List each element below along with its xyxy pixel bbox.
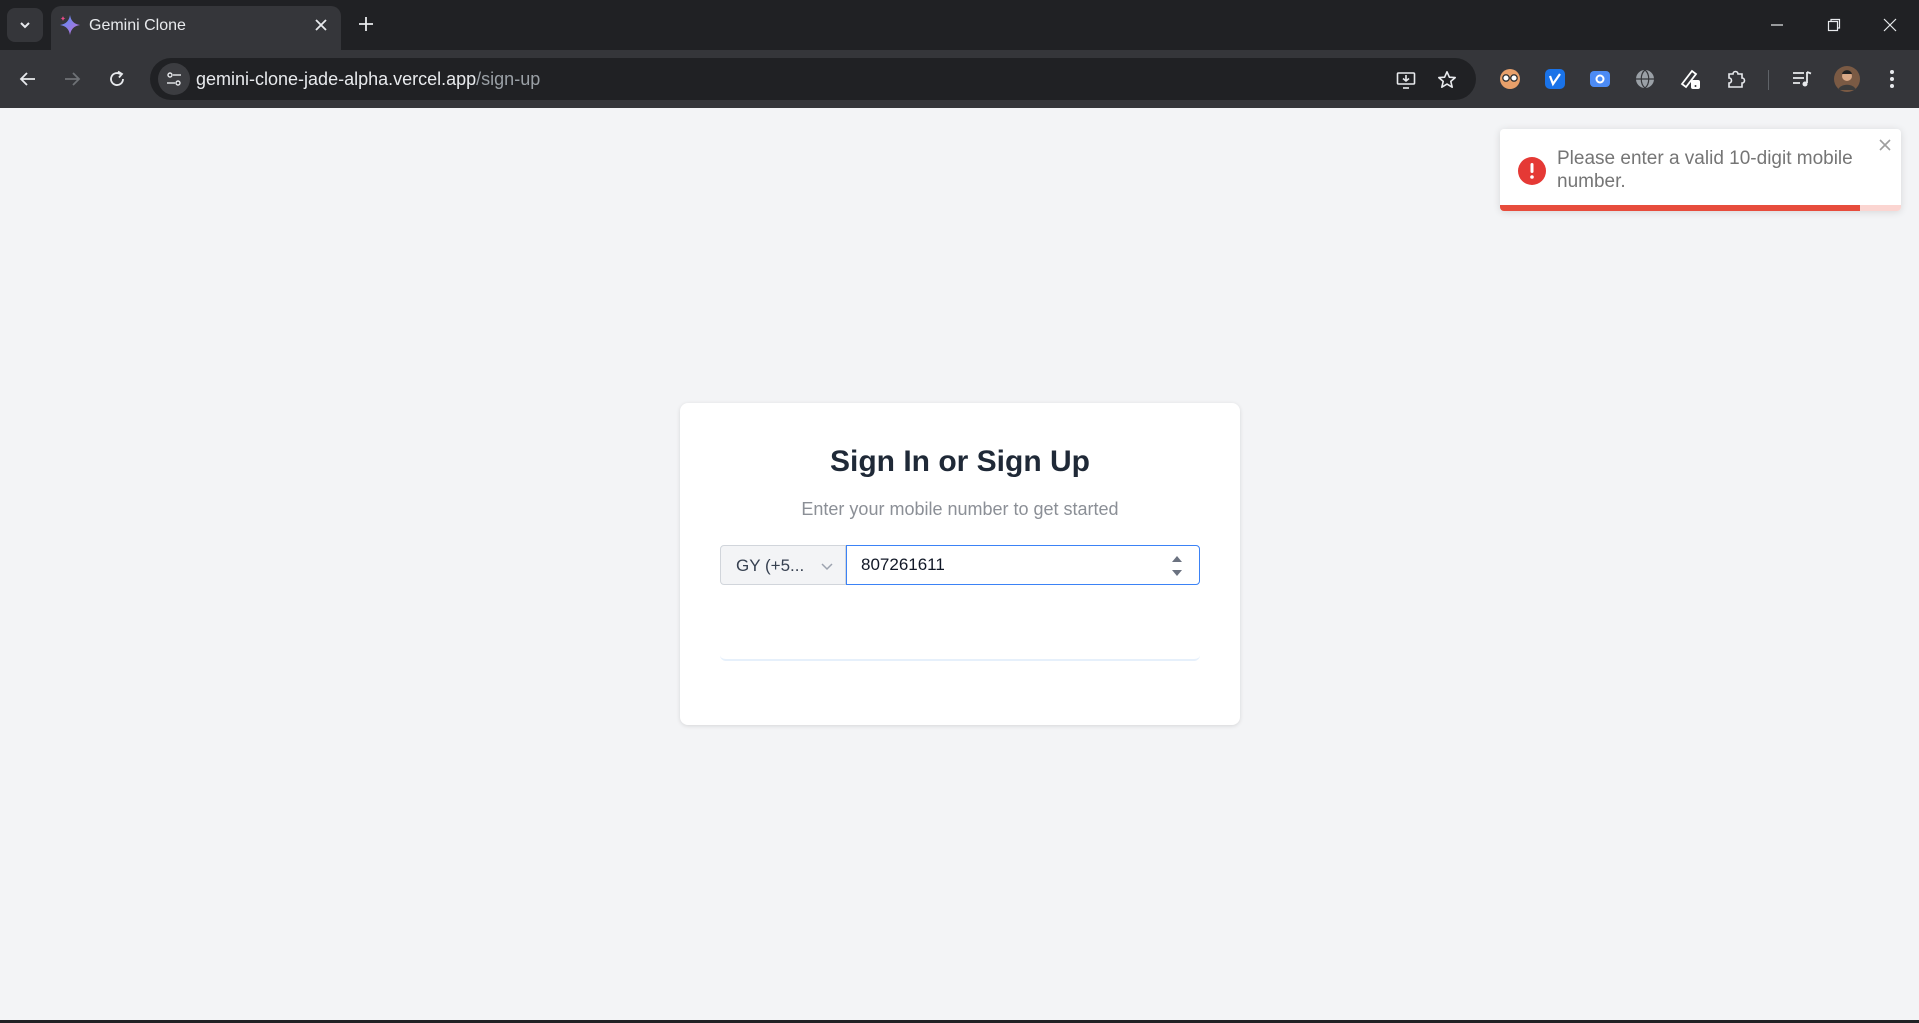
auth-card: Sign In or Sign Up Enter your mobile num…	[680, 403, 1240, 725]
address-bar[interactable]: gemini-clone-jade-alpha.vercel.app/sign-…	[150, 58, 1476, 100]
tune-icon	[167, 72, 181, 86]
avatar	[1834, 66, 1860, 92]
chevron-down-icon	[821, 563, 833, 571]
plus-icon	[359, 17, 373, 31]
queue-music-icon	[1793, 71, 1812, 87]
toast-message: Please enter a valid 10-digit mobile num…	[1557, 148, 1853, 192]
country-code-value: GY (+5...	[736, 556, 805, 575]
more-vert-icon	[1890, 70, 1894, 88]
extension-glasses[interactable]	[1495, 64, 1525, 94]
tab-close-button[interactable]	[309, 13, 333, 37]
restore-button[interactable]	[1805, 0, 1863, 50]
page-subtitle: Enter your mobile number to get started	[801, 499, 1119, 519]
extension-pen[interactable]	[1676, 64, 1706, 94]
close-window-button[interactable]	[1861, 0, 1919, 50]
close-icon[interactable]	[1877, 137, 1893, 153]
phone-number-input[interactable]	[846, 545, 1200, 585]
tab-title: Gemini Clone	[89, 17, 186, 34]
chevron-down-icon	[20, 22, 30, 29]
country-code-select[interactable]: GY (+5...	[720, 545, 846, 585]
reload-button[interactable]	[100, 62, 134, 96]
submit-button-placeholder	[720, 601, 1200, 661]
profile-button[interactable]	[1832, 64, 1862, 94]
glasses-face-icon	[1500, 69, 1520, 89]
new-tab-button[interactable]	[351, 9, 381, 39]
minimize-icon	[1771, 24, 1783, 26]
error-icon	[1518, 157, 1546, 185]
error-toast: Please enter a valid 10-digit mobile num…	[1500, 129, 1901, 211]
extension-vimeo[interactable]	[1540, 64, 1570, 94]
browser-menu-button[interactable]	[1877, 64, 1907, 94]
extension-globe[interactable]	[1630, 64, 1660, 94]
arrow-left-icon	[19, 72, 35, 86]
page-title: Sign In or Sign Up	[830, 445, 1090, 478]
arrow-right-icon	[65, 72, 81, 86]
tab-strip: Gemini Clone	[0, 0, 1919, 50]
install-app-button[interactable]	[1392, 66, 1420, 94]
install-desktop-icon	[1396, 72, 1416, 89]
number-spinner-icon[interactable]	[1167, 551, 1187, 581]
minimize-button[interactable]	[1748, 0, 1806, 50]
puzzle-icon	[1728, 70, 1746, 88]
star-icon	[1438, 71, 1456, 88]
bookmark-button[interactable]	[1433, 66, 1461, 94]
page-body: Sign In or Sign Up Enter your mobile num…	[0, 108, 1919, 1020]
restore-icon	[1827, 18, 1841, 32]
gemini-sparkle-icon	[60, 15, 80, 35]
globe-icon	[1636, 69, 1654, 89]
back-button[interactable]	[11, 62, 45, 96]
close-icon	[315, 19, 327, 31]
browser-tab-active[interactable]: Gemini Clone	[51, 6, 341, 50]
media-control-button[interactable]	[1787, 64, 1817, 94]
reload-icon	[110, 70, 124, 86]
extensions-menu-button[interactable]	[1721, 64, 1751, 94]
vimeo-icon	[1545, 69, 1565, 89]
browser-toolbar: gemini-clone-jade-alpha.vercel.app/sign-…	[0, 50, 1919, 108]
camera-icon	[1590, 71, 1610, 87]
url-path: /sign-up	[476, 69, 541, 89]
extension-screenshot[interactable]	[1585, 64, 1615, 94]
close-icon	[1883, 18, 1897, 32]
forward-button[interactable]	[55, 62, 89, 96]
pen-icon	[1680, 69, 1700, 89]
toolbar-separator	[1768, 70, 1769, 90]
toast-progress-track	[1500, 205, 1901, 211]
site-info-button[interactable]	[158, 63, 190, 95]
url-host: gemini-clone-jade-alpha.vercel.app	[196, 69, 477, 89]
toast-progress-bar	[1500, 205, 1861, 211]
url-text[interactable]: gemini-clone-jade-alpha.vercel.app/sign-…	[196, 69, 540, 90]
tab-search-button[interactable]	[7, 8, 43, 42]
